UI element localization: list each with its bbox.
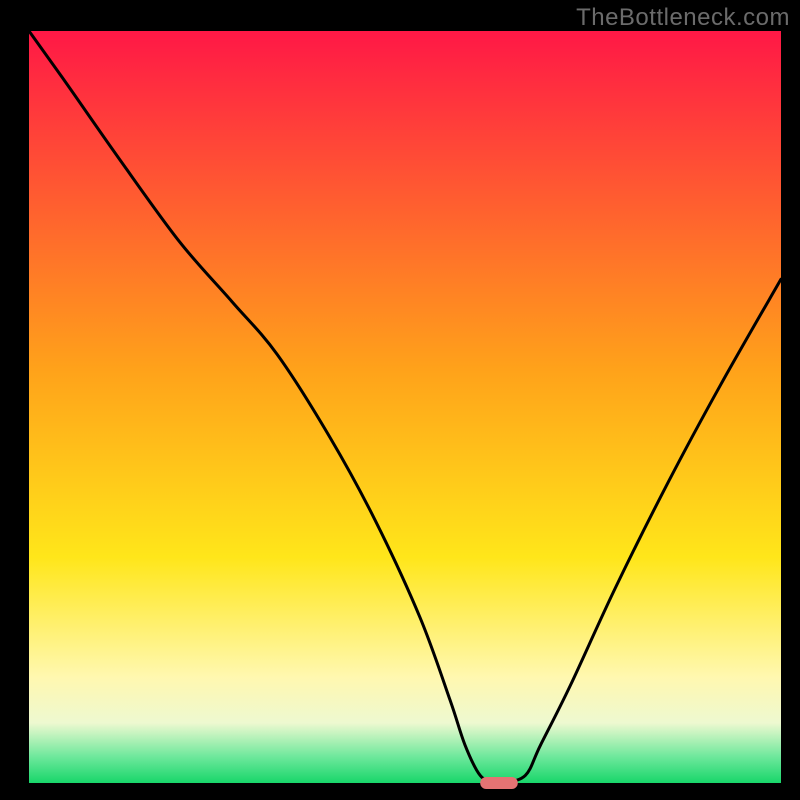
optimal-marker <box>480 777 518 789</box>
bottleneck-chart <box>0 0 800 800</box>
gradient-background <box>29 31 781 783</box>
chart-frame: TheBottleneck.com <box>0 0 800 800</box>
watermark-text: TheBottleneck.com <box>576 4 790 32</box>
